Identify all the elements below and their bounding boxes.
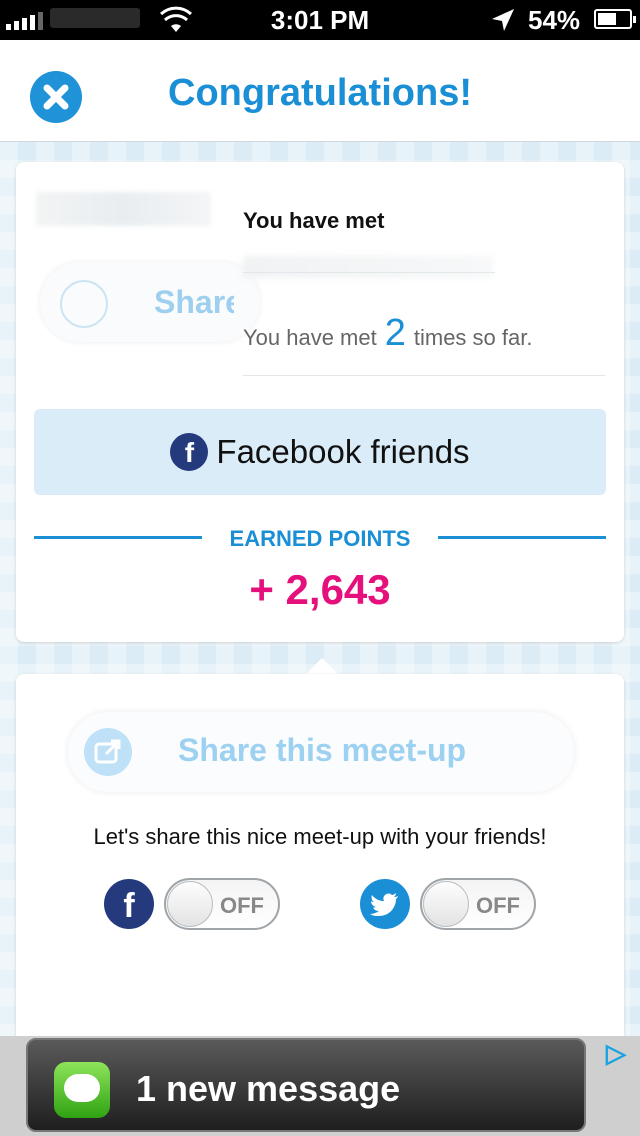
met-count-text: You have met 2 times so far. xyxy=(243,312,532,355)
facebook-share-toggle[interactable]: OFF xyxy=(164,878,280,930)
met-title: You have met xyxy=(243,208,385,233)
toggle-state: OFF xyxy=(476,893,520,918)
earned-points-label: EARNED POINTS xyxy=(229,526,411,551)
share-icon xyxy=(84,728,132,776)
blurred-user-name xyxy=(243,256,493,278)
divider xyxy=(243,375,605,376)
battery-icon xyxy=(594,9,636,29)
ad-text: 1 new message xyxy=(136,1068,401,1109)
share-meetup-label: Share this meet-up xyxy=(178,732,467,768)
facebook-icon: f xyxy=(170,433,209,471)
facebook-icon: f xyxy=(104,879,154,929)
met-prefix: You have met xyxy=(243,325,377,350)
share-message: Let's share this nice meet-up with your … xyxy=(93,824,547,849)
toggle-knob xyxy=(167,881,213,927)
header: Congratulations! xyxy=(0,40,640,142)
share-meetup-button[interactable]: Share this meet-up xyxy=(68,712,574,792)
ghost-share-button: Share xyxy=(40,262,260,342)
twitter-share-row: OFF xyxy=(360,878,536,930)
facebook-share-row: f OFF xyxy=(104,878,280,930)
blurred-photo xyxy=(36,192,211,226)
met-count: 2 xyxy=(384,312,406,354)
share-card: Share this meet-up Let's share this nice… xyxy=(16,674,624,1054)
battery-percent: 54% xyxy=(528,5,581,35)
name-divider xyxy=(243,272,495,273)
toggle-knob xyxy=(423,881,469,927)
ad-content[interactable]: 1 new message xyxy=(26,1038,586,1132)
location-arrow-icon xyxy=(492,9,514,31)
facebook-friends-button[interactable]: f Facebook friends xyxy=(34,409,606,495)
earned-points-value: + 2,643 xyxy=(249,566,391,613)
facebook-friends-label: Facebook friends xyxy=(216,433,470,470)
meet-card: Share You have met You have met 2 times … xyxy=(16,162,624,642)
twitter-icon xyxy=(360,879,410,929)
page-title: Congratulations! xyxy=(168,72,472,114)
ad-choices-icon[interactable]: ▷ xyxy=(606,1038,636,1068)
card-notch xyxy=(306,658,338,674)
share-circle-icon xyxy=(60,280,108,328)
toggle-state: OFF xyxy=(220,893,264,918)
met-suffix: times so far. xyxy=(413,325,533,350)
twitter-share-toggle[interactable]: OFF xyxy=(420,878,536,930)
status-bar: 3:01 PM 54% xyxy=(0,0,640,40)
ghost-share-label: Share xyxy=(154,284,234,320)
ad-banner[interactable]: 1 new message ▷ xyxy=(0,1036,640,1136)
message-icon xyxy=(54,1062,110,1118)
